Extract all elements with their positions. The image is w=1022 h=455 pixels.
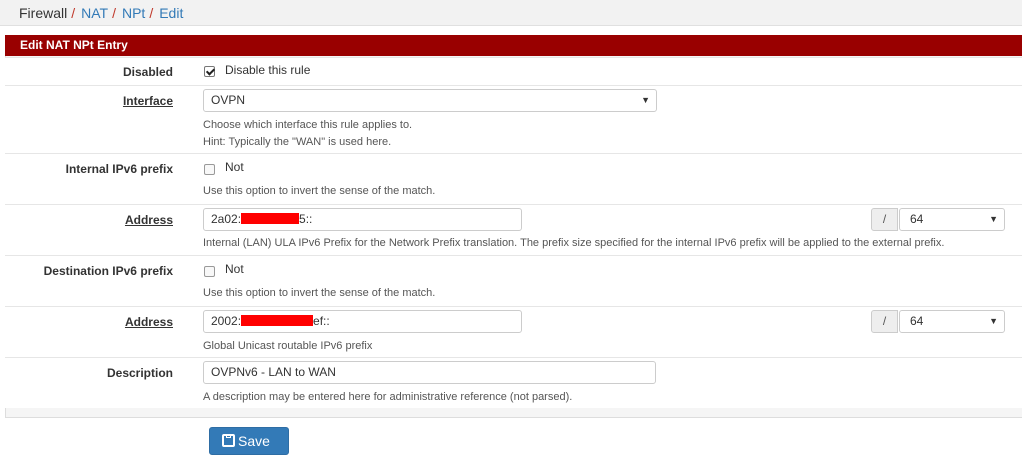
description-row: Description OVPNv6 - LAN to WAN A descri…: [5, 357, 1022, 408]
interface-select-value: OVPN: [211, 93, 246, 107]
internal-prefix-label: Internal IPv6 prefix: [65, 162, 173, 176]
internal-prefix-length-select[interactable]: 64 ▼: [899, 208, 1005, 231]
breadcrumb-separator: /: [71, 5, 76, 21]
destination-address-label[interactable]: Address: [125, 315, 173, 329]
breadcrumb: Firewall / NAT / NPt / Edit: [0, 0, 1022, 26]
destination-prefix-label: Destination IPv6 prefix: [43, 264, 173, 278]
disable-rule-checkbox[interactable]: [204, 66, 215, 77]
breadcrumb-firewall[interactable]: Firewall: [19, 5, 67, 21]
disabled-label: Disabled: [122, 65, 173, 79]
destination-not-checkbox[interactable]: [204, 266, 215, 277]
destination-address-value-end: ef::: [313, 314, 330, 328]
panel-title: Edit NAT NPt Entry: [5, 35, 1022, 56]
interface-hint: Hint: Typically the "WAN" is used here.: [203, 136, 392, 148]
internal-prefix-help: Use this option to invert the sense of t…: [203, 185, 436, 197]
internal-address-input[interactable]: 2a02: 5::: [203, 208, 522, 231]
internal-address-label[interactable]: Address: [125, 213, 173, 227]
disable-rule-checkbox-label[interactable]: Disable this rule: [225, 63, 310, 77]
destination-prefix-length-value: 64: [910, 314, 924, 328]
description-value: OVPNv6 - LAN to WAN: [211, 365, 336, 379]
destination-prefix-help: Use this option to invert the sense of t…: [203, 287, 436, 299]
breadcrumb-edit[interactable]: Edit: [159, 5, 183, 21]
destination-address-value-start: 2002:: [211, 314, 242, 328]
interface-select[interactable]: OVPN ▼: [203, 89, 657, 112]
destination-address-input[interactable]: 2002: ef::: [203, 310, 522, 333]
internal-prefix-length-value: 64: [910, 212, 924, 226]
chevron-down-icon: ▼: [989, 214, 998, 224]
redaction-mark: [241, 213, 300, 224]
save-button-label: Save: [238, 433, 270, 449]
internal-address-row: Address 2a02: 5:: / 64 ▼ Internal (LAN) U…: [5, 204, 1022, 255]
prefix-slash-addon: /: [871, 310, 898, 333]
internal-address-help: Internal (LAN) ULA IPv6 Prefix for the N…: [203, 237, 945, 249]
internal-not-checkbox[interactable]: [204, 164, 215, 175]
internal-address-value-end: 5::: [299, 212, 313, 226]
destination-prefix-row: Destination IPv6 prefix Not Use this opt…: [5, 255, 1022, 306]
chevron-down-icon: ▼: [641, 95, 650, 105]
interface-row: Interface OVPN ▼ Choose which interface …: [5, 85, 1022, 153]
interface-label[interactable]: Interface: [123, 94, 173, 108]
description-help: A description may be entered here for ad…: [203, 391, 573, 403]
destination-prefix-length-select[interactable]: 64 ▼: [899, 310, 1005, 333]
breadcrumb-npt[interactable]: NPt: [122, 5, 145, 21]
internal-address-value-start: 2a02:: [211, 212, 242, 226]
breadcrumb-separator: /: [149, 5, 154, 21]
save-button[interactable]: Save: [209, 427, 289, 455]
disabled-row: Disabled Disable this rule: [5, 57, 1022, 85]
interface-help: Choose which interface this rule applies…: [203, 119, 413, 131]
breadcrumb-separator: /: [112, 5, 116, 21]
save-icon: [222, 434, 235, 447]
description-input[interactable]: OVPNv6 - LAN to WAN: [203, 361, 656, 384]
chevron-down-icon: ▼: [989, 316, 998, 326]
destination-address-help: Global Unicast routable IPv6 prefix: [203, 340, 373, 352]
destination-address-row: Address 2002: ef:: / 64 ▼ Global Unicast …: [5, 306, 1022, 357]
prefix-slash-addon: /: [871, 208, 898, 231]
breadcrumb-nat[interactable]: NAT: [81, 5, 108, 21]
internal-not-checkbox-label[interactable]: Not: [225, 160, 244, 174]
description-label: Description: [106, 366, 173, 380]
redaction-mark: [241, 315, 314, 326]
destination-not-checkbox-label[interactable]: Not: [225, 262, 244, 276]
internal-prefix-row: Internal IPv6 prefix Not Use this option…: [5, 153, 1022, 204]
